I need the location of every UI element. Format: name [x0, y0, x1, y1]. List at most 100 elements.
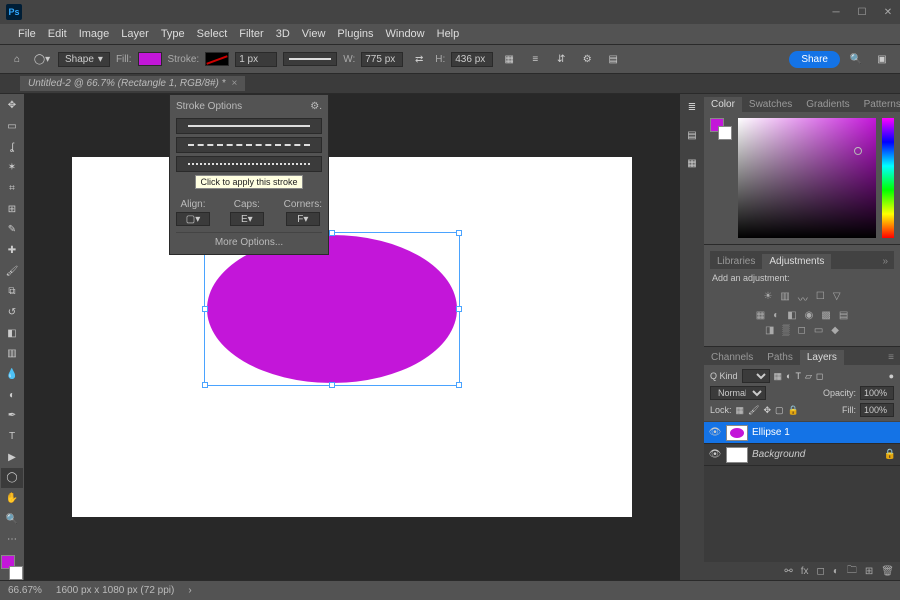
layer-thumbnail[interactable]	[726, 447, 748, 463]
visibility-toggle-icon[interactable]: 👁	[708, 449, 722, 460]
menu-image[interactable]: Image	[79, 28, 110, 40]
blur-tool[interactable]: 💧	[1, 365, 23, 385]
link-layers-icon[interactable]: ⚯	[784, 566, 792, 577]
color-lookup-icon[interactable]: ▤	[839, 310, 848, 321]
fill-color-swatch[interactable]	[138, 52, 162, 66]
tab-channels[interactable]: Channels	[704, 350, 760, 365]
handle-top-center[interactable]	[329, 230, 335, 236]
close-icon[interactable]: ✕	[882, 6, 894, 18]
panel-collapse-icon[interactable]: »	[876, 254, 894, 269]
marquee-tool[interactable]: ▭	[1, 117, 23, 137]
tool-preset-icon[interactable]: ◯▾	[32, 49, 52, 69]
posterize-icon[interactable]: ▒	[782, 325, 789, 336]
filter-shape-icon[interactable]: ▱	[805, 371, 812, 382]
lock-transparent-icon[interactable]: ▦	[736, 405, 745, 416]
menu-layer[interactable]: Layer	[121, 28, 149, 40]
background-color[interactable]	[9, 566, 23, 580]
stroke-corners-dropdown[interactable]: F▾	[286, 212, 320, 226]
more-options-button[interactable]: More Options...	[176, 232, 322, 248]
search-icon[interactable]: 🔍	[846, 49, 866, 69]
tab-adjustments[interactable]: Adjustments	[762, 254, 831, 269]
gear-icon[interactable]: ⚙.	[310, 101, 322, 112]
hue-slider[interactable]	[882, 118, 894, 238]
workspace-switcher-icon[interactable]: ▣	[872, 49, 892, 69]
handle-bottom-right[interactable]	[456, 382, 462, 388]
dodge-tool[interactable]: ◐	[1, 385, 23, 405]
opacity-input[interactable]	[860, 386, 894, 400]
align-edges-icon[interactable]: ▤	[603, 49, 623, 69]
shape-mode-dropdown[interactable]: Shape▾	[58, 52, 110, 67]
color-picker-field[interactable]	[738, 118, 876, 238]
width-input[interactable]	[361, 52, 403, 67]
path-operations-icon[interactable]: ▦	[499, 49, 519, 69]
menu-edit[interactable]: Edit	[48, 28, 67, 40]
layer-thumbnail[interactable]	[726, 425, 748, 441]
photo-filter-icon[interactable]: ◉	[805, 310, 814, 321]
menu-select[interactable]: Select	[197, 28, 228, 40]
menu-3d[interactable]: 3D	[276, 28, 290, 40]
exposure-icon[interactable]: ☐	[816, 291, 825, 306]
tab-patterns[interactable]: Patterns	[857, 97, 900, 112]
hand-tool[interactable]: ✋	[1, 489, 23, 509]
stroke-align-dropdown[interactable]: ▢▾	[176, 212, 210, 226]
handle-bottom-center[interactable]	[329, 382, 335, 388]
menu-window[interactable]: Window	[386, 28, 425, 40]
lock-pixels-icon[interactable]: 🖌	[748, 405, 759, 416]
maximize-icon[interactable]: ☐	[856, 6, 868, 18]
filter-pixel-icon[interactable]: ▦	[774, 371, 783, 382]
filter-toggle[interactable]: ●	[889, 371, 894, 381]
path-alignment-icon[interactable]: ≡	[525, 49, 545, 69]
levels-icon[interactable]: ▥	[780, 291, 789, 306]
menu-filter[interactable]: Filter	[239, 28, 263, 40]
layer-name[interactable]: Background	[752, 449, 805, 460]
move-tool[interactable]: ✥	[1, 96, 23, 116]
document-dimensions[interactable]: 1600 px x 1080 px (72 ppi)	[56, 585, 174, 596]
stroke-style-dotted[interactable]	[176, 156, 322, 172]
tab-gradients[interactable]: Gradients	[799, 97, 856, 112]
tab-swatches[interactable]: Swatches	[742, 97, 799, 112]
document-tab[interactable]: Untitled-2 @ 66.7% (Rectangle 1, RGB/8#)…	[20, 76, 245, 91]
stroke-color-swatch[interactable]	[205, 52, 229, 66]
threshold-icon[interactable]: ◻	[798, 325, 806, 336]
color-picker-indicator[interactable]	[854, 147, 862, 155]
tab-color[interactable]: Color	[704, 97, 742, 112]
visibility-toggle-icon[interactable]: 👁	[708, 427, 722, 438]
share-button[interactable]: Share	[789, 51, 840, 68]
properties-panel-icon[interactable]: ▤	[681, 124, 703, 146]
tab-paths[interactable]: Paths	[760, 350, 800, 365]
panel-background-color[interactable]	[718, 126, 732, 140]
layer-row[interactable]: 👁 Background 🔒	[704, 444, 900, 466]
transform-bounding-box[interactable]	[204, 232, 460, 386]
close-tab-icon[interactable]: ×	[231, 78, 237, 89]
minimize-icon[interactable]: ─	[830, 6, 842, 18]
lasso-tool[interactable]: ʆ	[1, 137, 23, 157]
pen-tool[interactable]: ✒	[1, 406, 23, 426]
gradient-tool[interactable]: ▥	[1, 344, 23, 364]
document-canvas[interactable]	[72, 157, 632, 517]
healing-brush-tool[interactable]: ✚	[1, 241, 23, 261]
lock-position-icon[interactable]: ✥	[763, 405, 771, 416]
group-icon[interactable]: 🗀	[847, 563, 857, 580]
edit-toolbar-icon[interactable]: ⋯	[1, 530, 23, 550]
handle-bottom-left[interactable]	[202, 382, 208, 388]
type-tool[interactable]: T	[1, 427, 23, 447]
menu-plugins[interactable]: Plugins	[337, 28, 373, 40]
history-brush-tool[interactable]: ↺	[1, 303, 23, 323]
status-chevron-icon[interactable]: ›	[188, 585, 191, 596]
stroke-width-input[interactable]	[235, 52, 277, 67]
menu-type[interactable]: Type	[161, 28, 185, 40]
filter-smart-icon[interactable]: ◻	[816, 371, 823, 382]
filter-adjust-icon[interactable]: ◐	[786, 371, 791, 381]
lock-all-icon[interactable]: 🔒	[788, 405, 799, 416]
invert-icon[interactable]: ◨	[765, 325, 774, 336]
handle-left-center[interactable]	[202, 306, 208, 312]
kind-filter-dropdown[interactable]	[742, 369, 770, 383]
gear-icon[interactable]: ⚙	[577, 49, 597, 69]
link-dimensions-icon[interactable]: ⇄	[409, 49, 429, 69]
adjustment-layer-icon[interactable]: ◐	[833, 566, 839, 577]
color-fg-bg-swatches[interactable]	[710, 118, 732, 140]
new-layer-icon[interactable]: ⊞	[865, 566, 873, 577]
zoom-tool[interactable]: 🔍	[1, 509, 23, 529]
stroke-caps-dropdown[interactable]: E▾	[230, 212, 264, 226]
home-icon[interactable]: ⌂	[8, 50, 26, 68]
